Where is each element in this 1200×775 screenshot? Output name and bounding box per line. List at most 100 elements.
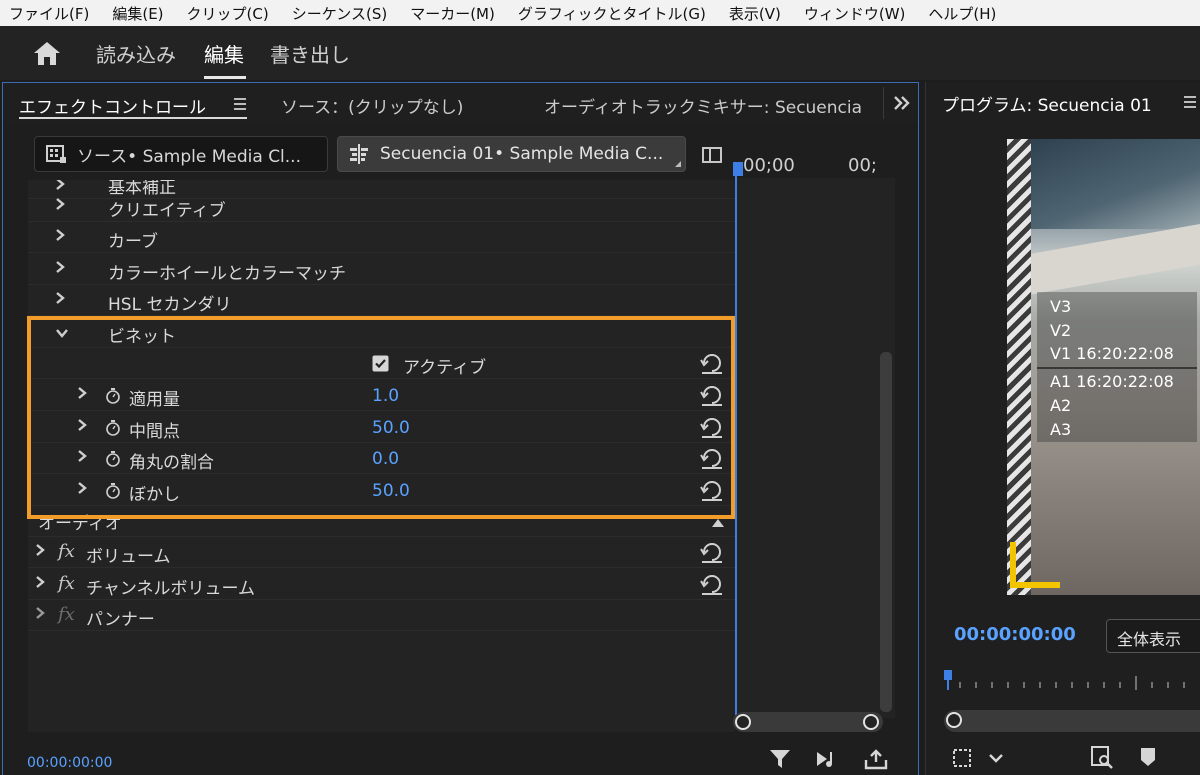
stopwatch-icon[interactable] [105, 388, 121, 404]
program-zoom-bar[interactable] [944, 710, 1200, 732]
section-audio-header: オーディオ [28, 507, 735, 537]
workspace-tab-import[interactable]: 読み込み [96, 39, 176, 68]
dropdown-corner-icon [675, 161, 681, 167]
program-menu-icon[interactable] [1184, 96, 1196, 108]
export-frame-icon[interactable] [864, 748, 888, 770]
chevron-right-icon[interactable] [34, 576, 46, 588]
param-row-amount[interactable]: 適用量 1.0 [28, 380, 735, 411]
safe-area-corner-marker [1010, 542, 1060, 588]
program-timecode[interactable]: 00:00:00:00 [954, 624, 1076, 645]
tab-effect-controls[interactable]: エフェクトコントロール [19, 93, 206, 118]
param-row-feather[interactable]: ぼかし 50.0 [28, 475, 735, 506]
stopwatch-icon[interactable] [105, 451, 121, 467]
zoom-handle-left[interactable] [735, 714, 751, 730]
workspace-active-underline [204, 76, 246, 79]
menu-help[interactable]: ヘルプ(H) [919, 3, 996, 24]
chevron-right-icon [56, 198, 65, 210]
program-time-ruler[interactable] [944, 668, 1200, 694]
workspace-tab-export[interactable]: 書き出し [270, 39, 350, 68]
sequence-clip-label: Secuencia 01• Sample Media C... [380, 144, 664, 164]
roundness-value[interactable]: 0.0 [372, 449, 399, 469]
list-item-volume[interactable]: fx ボリューム [28, 537, 735, 568]
collapse-up-icon[interactable] [712, 517, 724, 527]
list-item-panner[interactable]: fx パンナー [28, 600, 735, 631]
param-row-midpoint[interactable]: 中間点 50.0 [28, 412, 735, 443]
workspace-tab-edit[interactable]: 編集 [204, 39, 244, 68]
menu-sequence[interactable]: シーケンス(S) [283, 3, 387, 24]
chevron-right-icon[interactable] [76, 419, 88, 431]
fit-zoom-dropdown[interactable]: 全体表示 [1106, 619, 1200, 653]
menu-bar: ファイル(F) 編集(E) クリップ(C) シーケンス(S) マーカー(M) グ… [0, 0, 1200, 26]
amount-value[interactable]: 1.0 [372, 386, 399, 406]
vertical-scrollbar[interactable] [880, 352, 892, 712]
fx-icon[interactable]: fx [58, 541, 75, 562]
active-checkbox[interactable] [372, 355, 389, 372]
home-icon[interactable] [33, 40, 61, 66]
reset-icon[interactable] [700, 418, 724, 438]
tab-audio-track-mixer[interactable]: オーディオトラックミキサー: Secuencia [544, 93, 862, 118]
toggle-timeline-view-icon[interactable] [702, 147, 722, 163]
video-wing [1024, 223, 1200, 295]
tab-source[interactable]: ソース：(クリップなし) [281, 93, 463, 118]
source-clip-selector[interactable]: ソース• Sample Media Cl... [34, 136, 328, 172]
list-item-vignette[interactable]: ビネット [28, 317, 735, 348]
stopwatch-icon[interactable] [105, 483, 121, 499]
list-item-color-wheels[interactable]: カラーホイールとカラーマッチ [28, 254, 735, 285]
source-clip-label: ソース• Sample Media Cl... [77, 146, 301, 167]
play-audio-icon[interactable] [815, 748, 839, 770]
effect-controls-timecode[interactable]: 00:00:00:00 [27, 755, 112, 771]
program-monitor-title[interactable]: プログラム: Secuencia 01 [942, 91, 1152, 116]
effect-timeline-area[interactable] [735, 178, 895, 718]
menu-graphics[interactable]: グラフィックとタイトル(G) [509, 3, 706, 24]
list-item-hsl-secondary[interactable]: HSL セカンダリ [28, 285, 735, 316]
midpoint-value[interactable]: 50.0 [372, 418, 410, 438]
fx-icon[interactable]: fx [58, 604, 75, 625]
ruler-start-time: 00;00 [743, 155, 795, 176]
playhead-line[interactable] [735, 170, 737, 715]
reset-icon[interactable] [700, 386, 724, 406]
chevron-right-icon[interactable] [34, 607, 46, 619]
sequence-clip-selector[interactable]: Secuencia 01• Sample Media C... [337, 136, 686, 172]
media-clip-icon [46, 145, 66, 163]
menu-file[interactable]: ファイル(F) [0, 3, 89, 24]
menu-clip[interactable]: クリップ(C) [178, 3, 269, 24]
timecode-overlay: V3 V2 V1 16:20:22:08 A1 16:20:22:08 A2 A… [1037, 292, 1197, 442]
list-item-creative[interactable]: クリエイティブ [28, 191, 735, 222]
param-row-roundness[interactable]: 角丸の割合 0.0 [28, 443, 735, 474]
zoom-clip-icon[interactable] [1090, 745, 1114, 769]
list-item-curves[interactable]: カーブ [28, 222, 735, 253]
menu-edit[interactable]: 編集(E) [103, 3, 163, 24]
list-item-channel-volume[interactable]: fx チャンネルボリューム [28, 569, 735, 600]
marquee-select-icon[interactable] [951, 747, 973, 769]
timeline-zoom-bar[interactable] [733, 712, 883, 732]
marker-icon[interactable] [1140, 747, 1156, 767]
zoom-handle-right[interactable] [863, 714, 879, 730]
chevron-right-icon [56, 261, 65, 273]
chevron-down-icon[interactable] [988, 752, 1004, 764]
reset-icon[interactable] [700, 543, 724, 563]
video-sky [1031, 139, 1200, 229]
menu-marker[interactable]: マーカー(M) [401, 3, 495, 24]
stopwatch-icon[interactable] [105, 420, 121, 436]
menu-window[interactable]: ウィンドウ(W) [795, 3, 906, 24]
chevron-right-icon[interactable] [34, 544, 46, 556]
chevron-right-icon [56, 180, 65, 190]
filter-icon[interactable] [768, 748, 792, 770]
program-zoom-handle[interactable] [946, 712, 962, 728]
reset-icon[interactable] [700, 449, 724, 469]
menu-view[interactable]: 表示(V) [720, 3, 781, 24]
chevron-right-icon[interactable] [76, 450, 88, 462]
panel-menu-icon[interactable] [234, 98, 246, 110]
reset-icon[interactable] [700, 354, 724, 374]
timeline-ruler[interactable]: 00;00 00; [735, 150, 895, 178]
workspace-bar: 読み込み 編集 書き出し [0, 26, 1200, 80]
chevron-right-icon [56, 229, 65, 241]
fx-icon[interactable]: fx [58, 573, 75, 594]
overflow-chevrons-icon[interactable] [893, 95, 911, 111]
reset-icon[interactable] [700, 481, 724, 501]
chevron-right-icon[interactable] [76, 482, 88, 494]
reset-icon[interactable] [700, 575, 724, 595]
feather-value[interactable]: 50.0 [372, 481, 410, 501]
chevron-right-icon[interactable] [76, 387, 88, 399]
safe-margin-stripes [1007, 139, 1031, 595]
